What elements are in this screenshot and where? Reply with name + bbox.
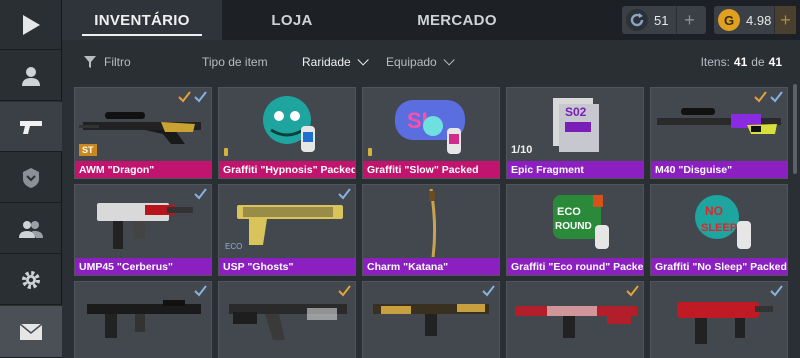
- svg-text:ECO: ECO: [557, 206, 581, 218]
- items-count-separator: de: [751, 55, 765, 69]
- equipped-ct-check-icon: [482, 284, 495, 297]
- item-card[interactable]: ST AWM "Dragon": [74, 87, 212, 179]
- friends-icon: [19, 220, 43, 238]
- gold-coin-icon: G: [718, 9, 740, 31]
- scrollbar[interactable]: [793, 84, 797, 174]
- item-name: UMP45 "Cerberus": [75, 258, 211, 275]
- item-card[interactable]: Graffiti "Hypnosis" Packed: [218, 87, 356, 179]
- svg-text:ECO: ECO: [225, 242, 242, 251]
- items-count: Itens: 41 de 41: [701, 40, 786, 84]
- item-card[interactable]: Charm "Katana": [362, 184, 500, 276]
- item-name: Graffiti "Hypnosis" Packed: [219, 161, 355, 178]
- equipped-sort[interactable]: Equipado: [386, 40, 455, 84]
- fragment-count: 1/10: [511, 144, 533, 156]
- item-name: Charm "Katana": [363, 258, 499, 275]
- mail-button[interactable]: [0, 306, 62, 358]
- item-name: Graffiti "Slow" Packed: [363, 161, 499, 178]
- item-name: M40 "Disguise": [651, 161, 787, 178]
- items-count-label: Itens:: [700, 55, 730, 69]
- silver-currency: 51 +: [622, 6, 706, 34]
- item-grid: ST AWM "Dragon" Graffiti "Hypnosis" Packed…: [62, 84, 800, 358]
- friends-button[interactable]: [0, 204, 62, 254]
- equipped-t-check-icon: [338, 284, 351, 297]
- filter-label: Filtro: [104, 55, 131, 69]
- item-card[interactable]: [74, 281, 212, 358]
- stattrack-badge: ST: [79, 144, 97, 156]
- item-card[interactable]: [650, 281, 788, 358]
- equipped-ct-check-icon: [194, 187, 207, 200]
- item-type-label: Tipo de item: [202, 55, 268, 69]
- item-name: Graffiti "Eco round" Packed: [507, 258, 643, 275]
- equipped-label: Equipado: [386, 55, 437, 69]
- item-name: USP "Ghosts": [219, 258, 355, 275]
- mail-icon: [19, 322, 43, 340]
- item-type-dropdown[interactable]: Tipo de item: [202, 40, 268, 84]
- item-card[interactable]: NO SLEEP Graffiti "No Sleep" Packed: [650, 184, 788, 276]
- profile-button[interactable]: [0, 51, 62, 101]
- svg-text:S02: S02: [565, 105, 587, 119]
- items-count-total: 41: [768, 55, 782, 69]
- inventory-button[interactable]: [0, 102, 62, 152]
- tab-shop[interactable]: LOJA: [222, 0, 362, 40]
- equipped-t-check-icon: [754, 90, 767, 103]
- tab-market[interactable]: MERCADO: [362, 0, 552, 40]
- silver-amount: 51: [654, 12, 669, 28]
- item-card[interactable]: [506, 281, 644, 358]
- svg-text:SLEEP: SLEEP: [701, 222, 737, 234]
- equipped-ct-check-icon: [194, 90, 207, 103]
- play-icon: [23, 14, 40, 35]
- equipped-ct-check-icon: [770, 90, 783, 103]
- packed-icon: [368, 148, 372, 156]
- rank-button[interactable]: [0, 153, 62, 203]
- refresh-coin-icon: [626, 9, 648, 31]
- play-button[interactable]: [0, 0, 62, 50]
- item-name: AWM "Dragon": [75, 161, 211, 178]
- gear-icon: [22, 270, 40, 289]
- packed-icon: [224, 148, 228, 156]
- chevron-down-icon: [357, 54, 369, 66]
- equipped-ct-check-icon: [770, 284, 783, 297]
- sidebar: [0, 0, 62, 358]
- gold-amount: 4.98: [746, 12, 772, 28]
- equipped-t-check-icon: [626, 284, 639, 297]
- item-card[interactable]: ECO ROUND Graffiti "Eco round" Packed: [506, 184, 644, 276]
- item-card[interactable]: M40 "Disguise": [650, 87, 788, 179]
- item-name: Graffiti "No Sleep" Packed: [651, 258, 787, 275]
- user-icon: [22, 66, 40, 86]
- item-card[interactable]: S02 1/10 Epic Fragment: [506, 87, 644, 179]
- equipped-ct-check-icon: [194, 284, 207, 297]
- item-card[interactable]: SL Graffiti "Slow" Packed: [362, 87, 500, 179]
- top-bar: INVENTÁRIO LOJA MERCADO 51 + G 4.98 +: [62, 0, 800, 40]
- equipped-t-check-icon: [178, 90, 191, 103]
- inventory-screen: INVENTÁRIO LOJA MERCADO 51 + G 4.98 + Fi…: [0, 0, 800, 358]
- item-card[interactable]: [218, 281, 356, 358]
- item-card[interactable]: [362, 281, 500, 358]
- items-count-current: 41: [733, 55, 748, 69]
- chevron-down-icon: [443, 54, 455, 66]
- settings-button[interactable]: [0, 255, 62, 305]
- item-name: Epic Fragment: [507, 161, 643, 178]
- tab-inventory[interactable]: INVENTÁRIO: [62, 0, 222, 40]
- svg-text:ROUND: ROUND: [555, 221, 592, 232]
- item-card[interactable]: ECO USP "Ghosts": [218, 184, 356, 276]
- pistol-icon: [20, 120, 42, 134]
- equipped-ct-check-icon: [338, 187, 351, 200]
- add-silver-button[interactable]: +: [676, 6, 702, 34]
- gold-currency: G 4.98 +: [714, 6, 796, 34]
- funnel-icon: [84, 56, 96, 68]
- svg-text:NO: NO: [705, 204, 723, 218]
- filter-button[interactable]: Filtro: [84, 40, 131, 84]
- rarity-sort[interactable]: Raridade: [302, 40, 369, 84]
- add-gold-button[interactable]: +: [774, 6, 796, 34]
- item-card[interactable]: UMP45 "Cerberus": [74, 184, 212, 276]
- rarity-label: Raridade: [302, 55, 351, 69]
- shield-rank-icon: [23, 167, 39, 188]
- filter-bar: Filtro Tipo de item Raridade Equipado It…: [62, 40, 800, 84]
